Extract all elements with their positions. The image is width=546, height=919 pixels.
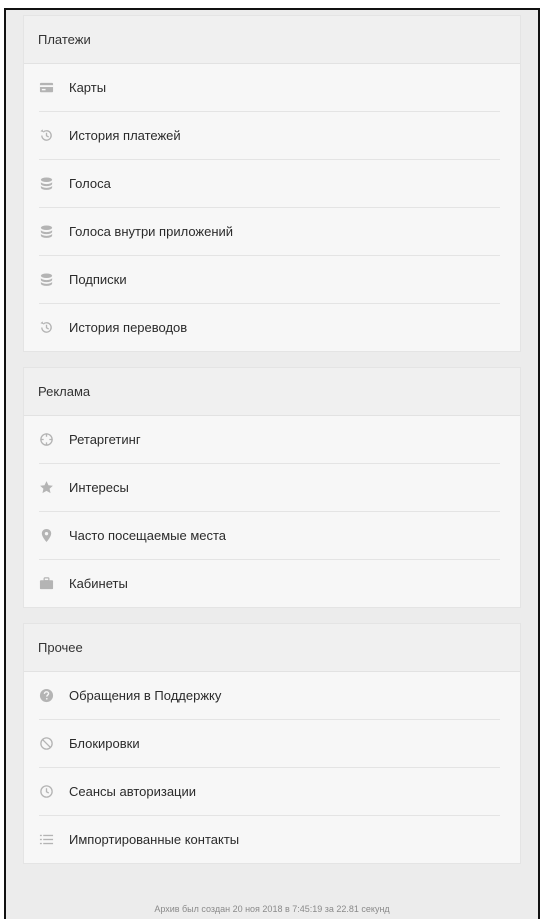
star-icon bbox=[39, 480, 54, 495]
location-pin-icon bbox=[39, 528, 54, 543]
menu-item-label: Кабинеты bbox=[69, 576, 128, 591]
menu-item-cards[interactable]: Карты bbox=[39, 64, 500, 112]
menu-item-auth-sessions[interactable]: Сеансы авторизации bbox=[39, 768, 500, 816]
ads-section: Реклама Ретаргетинг Интересы Часто посещ… bbox=[24, 368, 520, 607]
block-icon bbox=[39, 736, 54, 751]
help-icon bbox=[39, 688, 54, 703]
menu-item-label: Подписки bbox=[69, 272, 127, 287]
menu-item-label: История платежей bbox=[69, 128, 181, 143]
menu-item-label: Часто посещаемые места bbox=[69, 528, 227, 543]
other-section: Прочее Обращения в Поддержку Блокировки … bbox=[24, 624, 520, 863]
menu-item-app-votes[interactable]: Голоса внутри приложений bbox=[39, 208, 500, 256]
menu-item-support-requests[interactable]: Обращения в Поддержку bbox=[39, 672, 500, 720]
menu-item-label: Карты bbox=[69, 80, 107, 95]
coins-icon bbox=[39, 272, 54, 287]
coins-icon bbox=[39, 224, 54, 239]
list-icon bbox=[39, 832, 54, 847]
menu-item-votes[interactable]: Голоса bbox=[39, 160, 500, 208]
menu-item-label: Голоса внутри приложений bbox=[69, 224, 234, 239]
payments-section-title: Платежи bbox=[24, 16, 520, 64]
payments-section: Платежи Карты История платежей Голоса Го… bbox=[24, 16, 520, 351]
history-icon bbox=[39, 320, 54, 335]
menu-item-frequent-places[interactable]: Часто посещаемые места bbox=[39, 512, 500, 560]
menu-item-label: Блокировки bbox=[69, 736, 140, 751]
menu-item-transfer-history[interactable]: История переводов bbox=[39, 304, 500, 351]
menu-item-label: Импортированные контакты bbox=[69, 832, 240, 847]
menu-item-subscriptions[interactable]: Подписки bbox=[39, 256, 500, 304]
menu-item-blocks[interactable]: Блокировки bbox=[39, 720, 500, 768]
menu-item-retargeting[interactable]: Ретаргетинг bbox=[39, 416, 500, 464]
menu-item-label: Голоса bbox=[69, 176, 111, 191]
menu-item-ad-cabinets[interactable]: Кабинеты bbox=[39, 560, 500, 607]
target-icon bbox=[39, 432, 54, 447]
menu-item-label: Обращения в Поддержку bbox=[69, 688, 222, 703]
ads-section-title: Реклама bbox=[24, 368, 520, 416]
menu-item-label: Интересы bbox=[69, 480, 129, 495]
menu-item-label: Ретаргетинг bbox=[69, 432, 141, 447]
menu-item-payment-history[interactable]: История платежей bbox=[39, 112, 500, 160]
card-icon bbox=[39, 80, 54, 95]
menu-item-label: Сеансы авторизации bbox=[69, 784, 197, 799]
history-icon bbox=[39, 128, 54, 143]
menu-item-label: История переводов bbox=[69, 320, 188, 335]
briefcase-icon bbox=[39, 576, 54, 591]
archive-footer: Архив был создан 20 ноя 2018 в 7:45:19 з… bbox=[154, 904, 390, 914]
menu-item-interests[interactable]: Интересы bbox=[39, 464, 500, 512]
clock-icon bbox=[39, 784, 54, 799]
app-window: Платежи Карты История платежей Голоса Го… bbox=[4, 8, 540, 919]
coins-icon bbox=[39, 176, 54, 191]
other-section-title: Прочее bbox=[24, 624, 520, 672]
menu-item-imported-contacts[interactable]: Импортированные контакты bbox=[39, 816, 500, 863]
